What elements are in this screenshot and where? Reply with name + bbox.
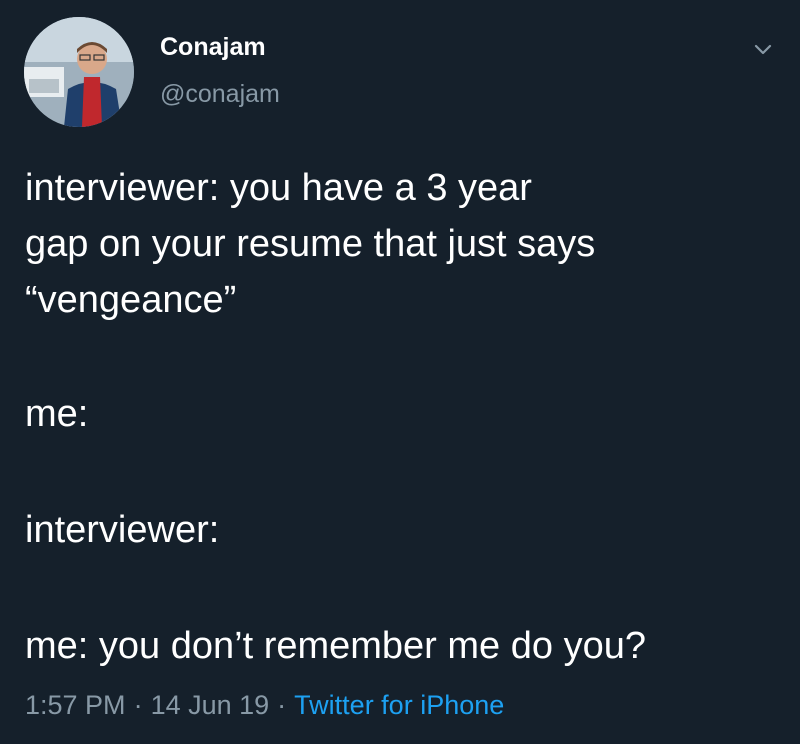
avatar-image — [24, 17, 134, 127]
tweet-card: Conajam @conajam interviewer: you have a… — [0, 0, 800, 744]
meta-separator: · — [133, 690, 143, 720]
meta-separator: · — [277, 690, 287, 720]
tweet-text-line: “vengeance” — [25, 279, 237, 321]
avatar[interactable] — [24, 17, 134, 127]
tweet-meta: 1:57 PM · 14 Jun 19 · Twitter for iPhone — [25, 690, 504, 721]
tweet-text-line: gap on your resume that just says — [25, 223, 596, 265]
tweet-time[interactable]: 1:57 PM — [25, 690, 126, 720]
tweet-text-line: me: you don’t remember me do you? — [25, 625, 646, 667]
tweet-text-line: interviewer: you have a 3 year — [25, 167, 532, 209]
chevron-down-icon[interactable] — [748, 35, 778, 65]
display-name[interactable]: Conajam — [160, 33, 266, 62]
tweet-date[interactable]: 14 Jun 19 — [151, 690, 270, 720]
tweet-source-link[interactable]: Twitter for iPhone — [294, 690, 504, 720]
tweet-text-line: me: — [25, 393, 89, 435]
tweet-text-line: interviewer: — [25, 509, 220, 551]
user-handle[interactable]: @conajam — [160, 80, 280, 109]
